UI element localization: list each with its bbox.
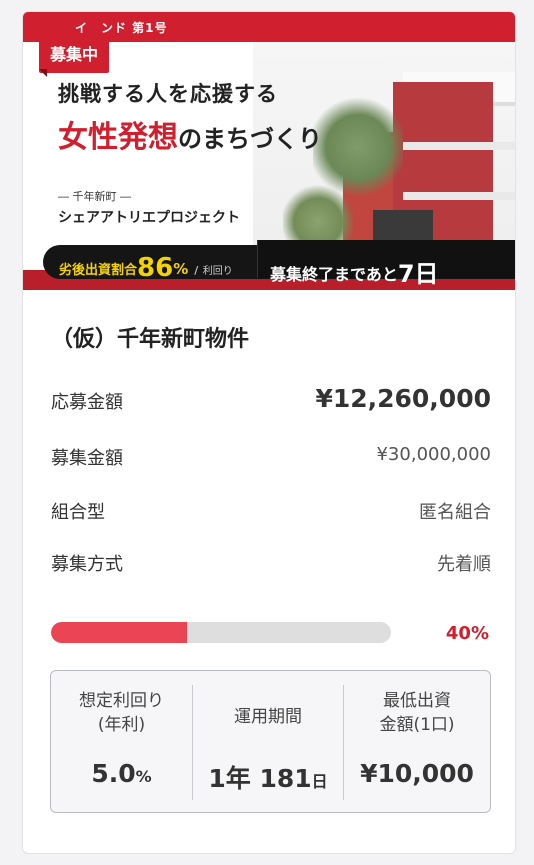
- subordinate-ratio: 劣後出資割合86% / 利回り: [59, 253, 233, 283]
- row-applied-amount: 応募金額 ¥12,260,000: [51, 384, 491, 414]
- stat-value: 1年 181日: [208, 764, 328, 793]
- stat-caption: 運用期間: [234, 707, 302, 727]
- status-badge-tail: [39, 69, 47, 77]
- stat-caption: 最低出資 金額(1口): [379, 691, 455, 735]
- stat-value: ¥10,000: [360, 759, 474, 788]
- hero-headline: 挑戦する人を応援する: [58, 82, 278, 106]
- project-card[interactable]: イ ンド 第1号 挑戦する人を応援する 女性発想のまちづくり ― 千年新町 ― …: [22, 11, 516, 854]
- deadline-countdown: 募集終了まであと7日: [257, 240, 515, 288]
- hero-info-band: 劣後出資割合86% / 利回り 募集終了まであと7日: [43, 240, 515, 288]
- key-stats-box: 想定利回り (年利) 5.0% 運用期間 1年 181日 最低出資 金額(1口) ¥…: [50, 670, 491, 813]
- hero-location: ― 千年新町 ―: [58, 190, 131, 203]
- hero-tagline-rest: のまちづくり: [178, 125, 322, 153]
- partnership-type-value: 匿名組合: [419, 502, 491, 523]
- funding-progress-percent: 40%: [445, 623, 489, 644]
- row-label: 募集方式: [51, 554, 123, 575]
- stat-value: 5.0%: [91, 759, 152, 788]
- row-label: 募集金額: [51, 448, 123, 469]
- row-label: 組合型: [51, 502, 105, 523]
- applied-amount-value: ¥12,260,000: [315, 384, 491, 413]
- row-label: 応募金額: [51, 392, 123, 413]
- days-remaining: 7日: [397, 260, 439, 288]
- subordinate-ratio-value: 86: [137, 253, 174, 283]
- funding-progress-bar: [51, 622, 391, 643]
- row-target-amount: 募集金額 ¥30,000,000: [51, 440, 491, 470]
- stat-expected-yield: 想定利回り (年利) 5.0%: [51, 671, 192, 812]
- funding-progress-fill: [51, 622, 187, 643]
- property-title[interactable]: （仮）千年新町物件: [51, 321, 249, 353]
- row-partnership-type: 組合型 匿名組合: [51, 494, 491, 524]
- hero-tagline: 女性発想のまちづくり: [58, 112, 322, 156]
- hero-project-name: シェアアトリエプロジェクト: [58, 210, 240, 226]
- target-amount-value: ¥30,000,000: [376, 444, 491, 465]
- status-badge: 募集中: [39, 34, 110, 73]
- stat-operation-period: 運用期間 1年 181日: [193, 671, 343, 812]
- hero-tagline-red: 女性発想: [58, 120, 178, 155]
- hero-banner[interactable]: イ ンド 第1号 挑戦する人を応援する 女性発想のまちづくり ― 千年新町 ― …: [23, 12, 515, 290]
- stat-minimum-investment: 最低出資 金額(1口) ¥10,000: [344, 671, 490, 812]
- recruitment-method-value: 先着順: [437, 554, 491, 575]
- row-recruitment-method: 募集方式 先着順: [51, 546, 491, 576]
- stat-caption: 想定利回り (年利): [79, 691, 164, 735]
